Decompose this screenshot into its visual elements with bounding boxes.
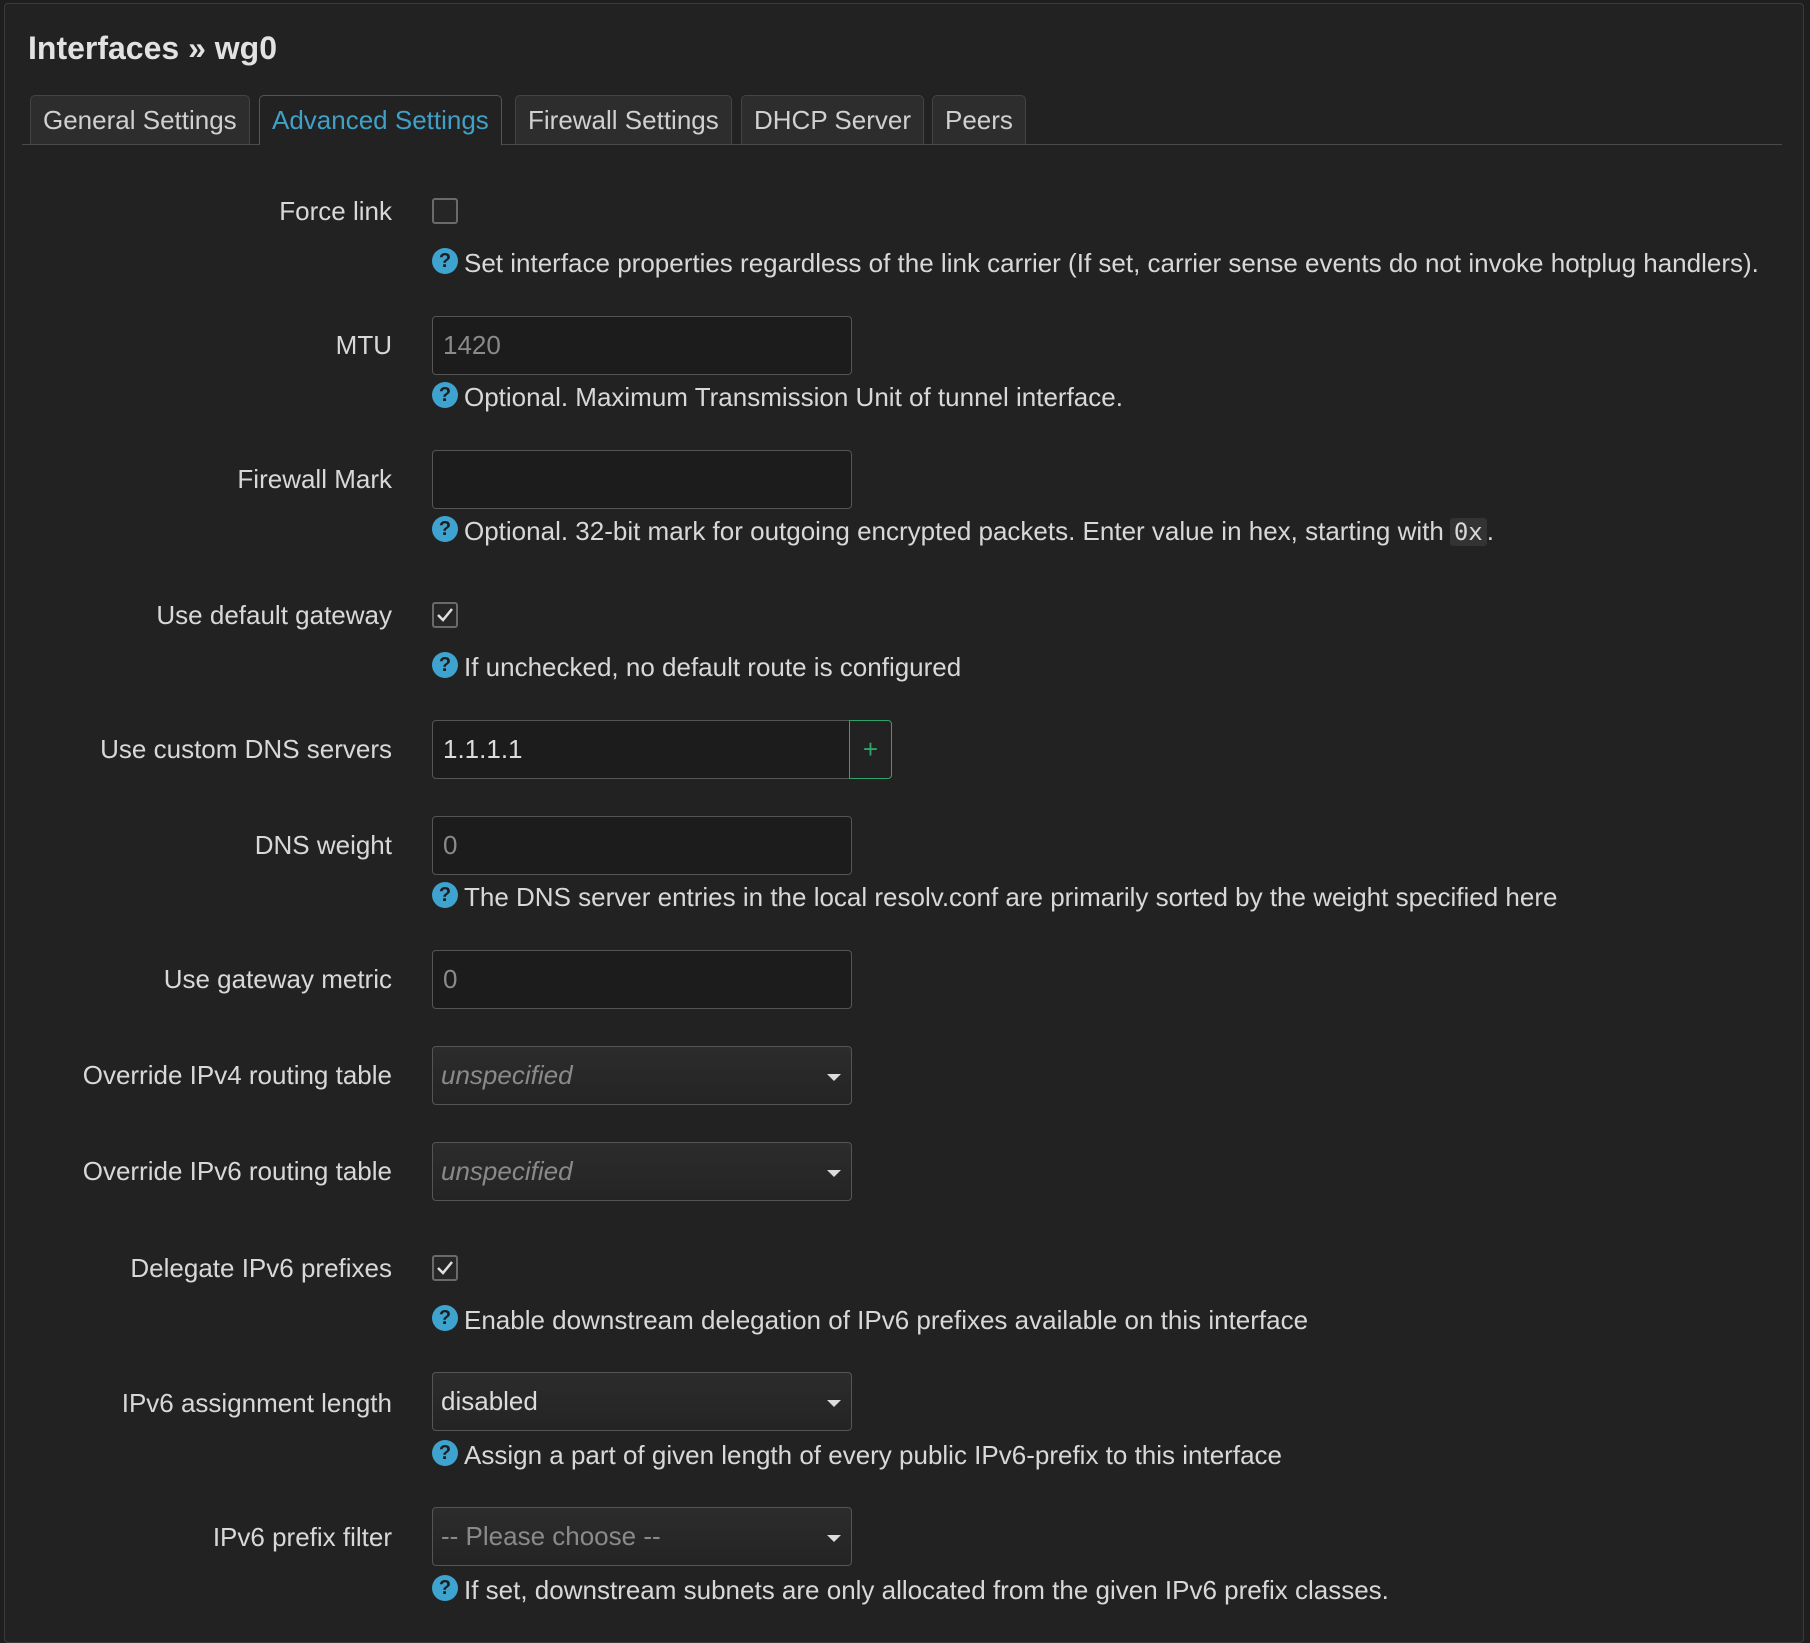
firewall-mark-input[interactable] — [432, 450, 852, 509]
page-title: Interfaces » wg0 — [28, 30, 277, 66]
help-icon: ? — [432, 1574, 458, 1601]
tab-peers[interactable]: Peers — [932, 95, 1026, 144]
ipv6-assign-length-label: IPv6 assignment length — [121, 1388, 392, 1418]
dns-weight-label: DNS weight — [254, 830, 392, 860]
help-icon: ? — [432, 247, 458, 274]
custom-dns-input[interactable]: 1.1.1.1 — [432, 720, 852, 779]
delegate-ipv6-checkbox[interactable] — [432, 1255, 458, 1281]
default-gateway-help-text: If unchecked, no default route is config… — [464, 652, 962, 682]
chevron-down-icon — [827, 1074, 841, 1081]
help-icon: ? — [432, 1439, 458, 1466]
force-link-label: Force link — [279, 196, 392, 226]
force-link-help-text: Set interface properties regardless of t… — [464, 248, 1759, 278]
tab-advanced-settings[interactable]: Advanced Settings — [259, 95, 502, 145]
ipv6-assign-length-help: ? Assign a part of given length of every… — [432, 1439, 1282, 1471]
firewall-mark-help-text: Optional. 32-bit mark for outgoing encry… — [464, 516, 1444, 546]
ipv6-table-label: Override IPv6 routing table — [82, 1156, 392, 1186]
delegate-ipv6-help-text: Enable downstream delegation of IPv6 pre… — [464, 1305, 1309, 1335]
tab-dhcp-server[interactable]: DHCP Server — [741, 95, 925, 144]
dns-weight-help: ? The DNS server entries in the local re… — [432, 881, 1558, 913]
firewall-mark-label: Firewall Mark — [237, 464, 392, 494]
checkmark-icon — [437, 1261, 453, 1275]
ipv6-prefix-filter-selected: -- Please choose -- — [441, 1521, 661, 1551]
force-link-checkbox[interactable] — [432, 198, 458, 224]
ipv6-table-select[interactable]: unspecified — [432, 1142, 852, 1201]
mtu-help-text: Optional. Maximum Transmission Unit of t… — [464, 382, 1123, 412]
tab-general-settings[interactable]: General Settings — [30, 95, 250, 144]
firewall-mark-help-suffix: . — [1486, 516, 1494, 546]
tab-firewall-settings[interactable]: Firewall Settings — [515, 95, 732, 144]
add-dns-button[interactable]: + — [849, 720, 892, 779]
gateway-metric-input[interactable]: 0 — [432, 950, 852, 1009]
delegate-ipv6-help: ? Enable downstream delegation of IPv6 p… — [432, 1304, 1309, 1336]
ipv6-assign-length-select[interactable]: disabled — [432, 1372, 852, 1431]
ipv6-prefix-filter-select[interactable]: -- Please choose -- — [432, 1507, 852, 1566]
hex-prefix-code: 0x — [1449, 517, 1487, 546]
help-icon: ? — [432, 381, 458, 408]
force-link-help: ? Set interface properties regardless of… — [432, 247, 1759, 279]
ipv4-table-label: Override IPv4 routing table — [82, 1060, 392, 1090]
help-icon: ? — [432, 1304, 458, 1331]
dns-weight-input[interactable]: 0 — [432, 816, 852, 875]
dns-weight-help-text: The DNS server entries in the local reso… — [464, 882, 1558, 912]
help-icon: ? — [432, 881, 458, 908]
chevron-down-icon — [827, 1400, 841, 1407]
default-gateway-checkbox[interactable] — [432, 602, 458, 628]
ipv6-prefix-filter-label: IPv6 prefix filter — [212, 1522, 392, 1552]
ipv4-table-selected: unspecified — [441, 1060, 573, 1090]
ipv6-assign-length-help-text: Assign a part of given length of every p… — [464, 1440, 1282, 1470]
chevron-down-icon — [827, 1170, 841, 1177]
mtu-label: MTU — [335, 330, 392, 360]
ipv6-table-selected: unspecified — [441, 1156, 573, 1186]
delegate-ipv6-label: Delegate IPv6 prefixes — [130, 1253, 392, 1283]
ipv4-table-select[interactable]: unspecified — [432, 1046, 852, 1105]
tab-bar: General Settings Advanced Settings Firew… — [22, 95, 1782, 145]
ipv6-prefix-filter-help: ? If set, downstream subnets are only al… — [432, 1574, 1389, 1606]
firewall-mark-help: ? Optional. 32-bit mark for outgoing enc… — [432, 515, 1494, 547]
custom-dns-label: Use custom DNS servers — [100, 734, 392, 764]
ipv6-assign-length-selected: disabled — [441, 1386, 538, 1416]
help-icon: ? — [432, 651, 458, 678]
checkmark-icon — [437, 608, 453, 622]
gateway-metric-label: Use gateway metric — [163, 964, 392, 994]
default-gateway-help: ? If unchecked, no default route is conf… — [432, 651, 962, 683]
default-gateway-label: Use default gateway — [156, 600, 392, 630]
mtu-input[interactable]: 1420 — [432, 316, 852, 375]
chevron-down-icon — [827, 1535, 841, 1542]
ipv6-prefix-filter-help-text: If set, downstream subnets are only allo… — [464, 1575, 1389, 1605]
help-icon: ? — [432, 515, 458, 542]
mtu-help: ? Optional. Maximum Transmission Unit of… — [432, 381, 1123, 413]
